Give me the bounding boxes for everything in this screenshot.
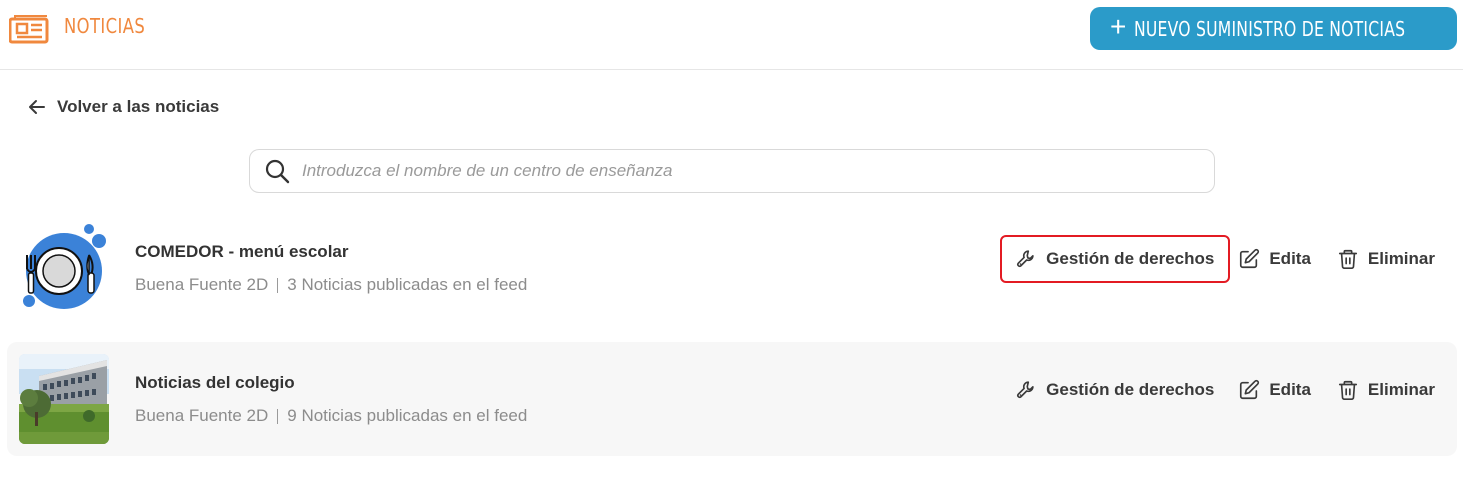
delete-label: Eliminar xyxy=(1367,249,1435,268)
feed-meta: Buena Fuente 2D 3 Noticias publicadas en… xyxy=(135,275,527,295)
feed-thumbnail xyxy=(19,223,109,313)
feed-school: Buena Fuente 2D xyxy=(135,406,269,425)
delete-button[interactable]: Eliminar xyxy=(1337,379,1435,401)
wrench-icon xyxy=(1017,381,1034,399)
wrench-icon xyxy=(1017,250,1034,268)
back-link-label: Volver a las noticias xyxy=(57,97,220,116)
feed-school: Buena Fuente 2D xyxy=(135,275,269,294)
trash-icon xyxy=(1338,249,1357,269)
edit-label: Edita xyxy=(1269,380,1311,399)
edit-button[interactable]: Edita xyxy=(1238,379,1311,401)
feed-news-count: 3 Noticias publicadas en el feed xyxy=(287,275,528,294)
meta-divider xyxy=(277,408,279,424)
edit-label: Edita xyxy=(1269,249,1311,268)
dining-plate-icon xyxy=(23,224,106,309)
feed-actions: Gestión de derechos Edita Eliminar xyxy=(1000,235,1435,283)
edit-button[interactable]: Edita xyxy=(1238,248,1311,270)
delete-label: Eliminar xyxy=(1367,380,1435,399)
feed-thumbnail xyxy=(19,354,109,444)
new-feed-label: NUEVO SUMINISTRO DE NOTICIAS xyxy=(1134,16,1406,41)
plus-icon: + xyxy=(1110,11,1127,42)
top-bar: NOTICIAS + NUEVO SUMINISTRO DE NOTICIAS xyxy=(0,0,1463,70)
feed-meta: Buena Fuente 2D 9 Noticias publicadas en… xyxy=(135,406,527,426)
school-search xyxy=(249,149,1215,193)
rights-management-label: Gestión de derechos xyxy=(1046,249,1215,268)
rights-management-button[interactable]: Gestión de derechos xyxy=(1000,235,1231,283)
meta-divider xyxy=(277,277,279,293)
new-feed-button[interactable]: + NUEVO SUMINISTRO DE NOTICIAS xyxy=(1090,7,1457,50)
arrow-left-icon xyxy=(29,100,45,114)
edit-icon xyxy=(1240,379,1260,400)
school-building-photo xyxy=(19,354,109,444)
feed-title: Noticias del colegio xyxy=(135,373,295,392)
feed-row: COMEDOR - menú escolar Buena Fuente 2D 3… xyxy=(7,211,1457,325)
feed-row: Noticias del colegio Buena Fuente 2D 9 N… xyxy=(7,342,1457,456)
feed-title: COMEDOR - menú escolar xyxy=(135,242,349,261)
search-icon xyxy=(265,159,290,184)
feed-actions: Gestión de derechos Edita Eliminar xyxy=(1015,379,1435,401)
feed-news-count: 9 Noticias publicadas en el feed xyxy=(287,406,528,425)
newspaper-icon xyxy=(9,15,49,44)
rights-management-button[interactable]: Gestión de derechos xyxy=(1015,379,1214,401)
trash-icon xyxy=(1338,380,1357,400)
back-to-news-link[interactable]: Volver a las noticias xyxy=(27,97,219,117)
search-input[interactable] xyxy=(302,161,1182,181)
rights-management-label: Gestión de derechos xyxy=(1046,380,1215,399)
page-title: NOTICIAS xyxy=(64,14,146,38)
edit-icon xyxy=(1240,248,1260,269)
delete-button[interactable]: Eliminar xyxy=(1337,248,1435,270)
